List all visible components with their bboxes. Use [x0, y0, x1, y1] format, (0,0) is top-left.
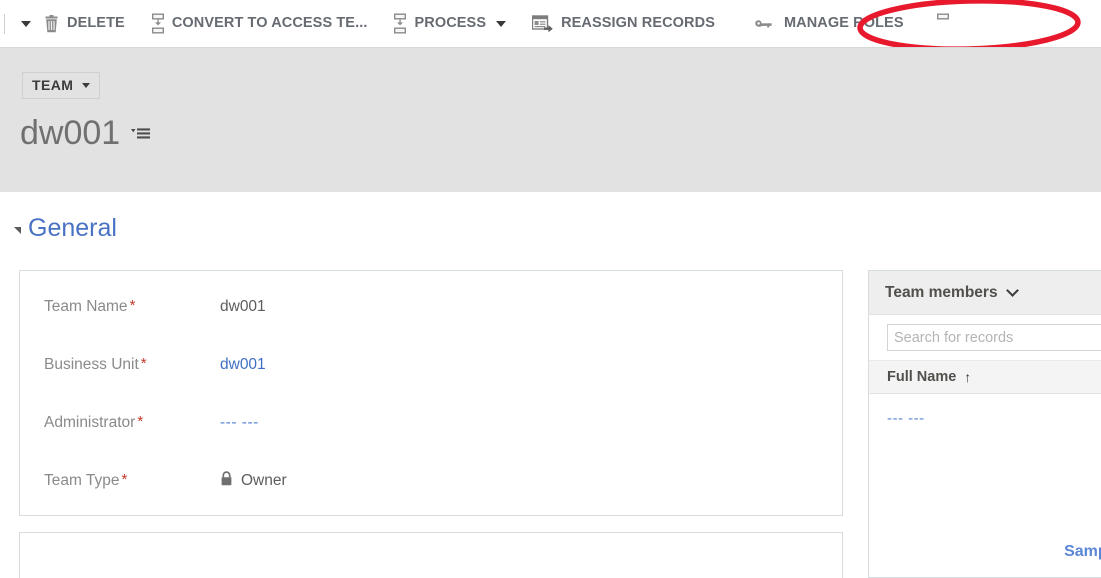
column-header-label: Full Name — [887, 369, 957, 385]
form-body: General Team Name * dw001 Business Unit … — [0, 192, 1101, 578]
field-business-unit-value[interactable]: dw001 — [220, 356, 266, 374]
field-business-unit: Business Unit * dw001 — [20, 337, 842, 393]
command-bar: DELETE CONVERT TO ACCESS TE... PROCESS R… — [0, 0, 1101, 48]
lock-icon — [220, 471, 233, 491]
command-bar-overflow-button[interactable] — [13, 9, 35, 39]
wrench-icon — [755, 15, 777, 33]
column-header-full-name[interactable]: Full Name ↑ — [869, 360, 1101, 394]
field-team-type-value: Owner — [241, 472, 287, 489]
field-team-name: Team Name * dw001 — [20, 279, 842, 335]
row-full-name[interactable]: --- --- — [887, 410, 925, 427]
process-button[interactable]: PROCESS — [385, 9, 514, 39]
chevron-down-icon — [496, 20, 507, 27]
record-title-row: dw001 — [20, 116, 156, 150]
manage-roles-button[interactable]: MANAGE ROLES — [747, 9, 912, 39]
general-section-title: General — [28, 214, 117, 242]
team-members-title: Team members — [885, 283, 998, 301]
reassign-records-button[interactable]: REASSIGN RECORDS — [524, 9, 723, 39]
command-bar-overflow-right[interactable] — [928, 9, 958, 39]
general-section-header[interactable]: General — [14, 216, 117, 241]
field-business-unit-label: Business Unit * — [44, 355, 147, 374]
search-input[interactable] — [887, 324, 1101, 351]
field-administrator-value[interactable]: --- --- — [220, 414, 259, 432]
field-administrator-label: Administrator * — [44, 413, 144, 432]
field-administrator: Administrator * --- --- — [20, 395, 842, 451]
record-header: TEAM dw001 — [0, 48, 1101, 192]
team-members-header[interactable]: Team members — [869, 271, 1101, 315]
required-marker: * — [137, 413, 144, 431]
record-set-menu-icon[interactable] — [130, 124, 156, 144]
general-form-panel: Team Name * dw001 Business Unit * dw001 … — [19, 270, 843, 516]
team-members-subgrid: Team members Full Name ↑ --- --- Sample — [868, 270, 1101, 578]
trash-icon — [43, 14, 60, 33]
chevron-down-icon — [1005, 284, 1019, 297]
app-root: DELETE CONVERT TO ACCESS TE... PROCESS R… — [0, 0, 1101, 578]
field-team-name-value[interactable]: dw001 — [220, 298, 266, 316]
chevron-down-icon — [20, 20, 31, 27]
page-title: dw001 — [20, 114, 121, 152]
hierarchy-icon — [393, 13, 407, 35]
hierarchy-icon — [151, 13, 165, 35]
field-team-name-label: Team Name * — [44, 297, 136, 316]
subgrid-search-wrap — [869, 315, 1101, 360]
required-marker: * — [140, 355, 147, 373]
field-team-type: Team Type * Owner — [20, 453, 842, 509]
delete-button-label: DELETE — [67, 15, 125, 32]
triangle-collapse-icon — [14, 227, 21, 234]
required-marker: * — [129, 297, 136, 315]
delete-button[interactable]: DELETE — [35, 9, 133, 39]
hierarchy-icon — [936, 13, 950, 35]
secondary-form-panel — [19, 532, 843, 578]
command-bar-divider — [4, 13, 5, 34]
entity-type-label: TEAM — [32, 77, 74, 93]
process-button-label: PROCESS — [414, 15, 487, 32]
entity-type-selector[interactable]: TEAM — [22, 72, 101, 99]
table-row[interactable]: --- --- — [869, 394, 1101, 442]
convert-to-access-team-label: CONVERT TO ACCESS TE... — [171, 15, 368, 32]
convert-to-access-team-button[interactable]: CONVERT TO ACCESS TE... — [143, 9, 376, 39]
required-marker: * — [121, 471, 128, 489]
sample-link[interactable]: Sample — [1064, 543, 1101, 561]
field-team-type-value-wrap: Owner — [220, 471, 287, 491]
reassign-records-icon — [532, 14, 554, 33]
manage-roles-label: MANAGE ROLES — [783, 15, 904, 32]
arrow-up-icon: ↑ — [964, 369, 972, 385]
reassign-records-label: REASSIGN RECORDS — [561, 15, 715, 32]
caret-down-icon — [82, 82, 91, 88]
field-team-type-label: Team Type * — [44, 471, 128, 490]
